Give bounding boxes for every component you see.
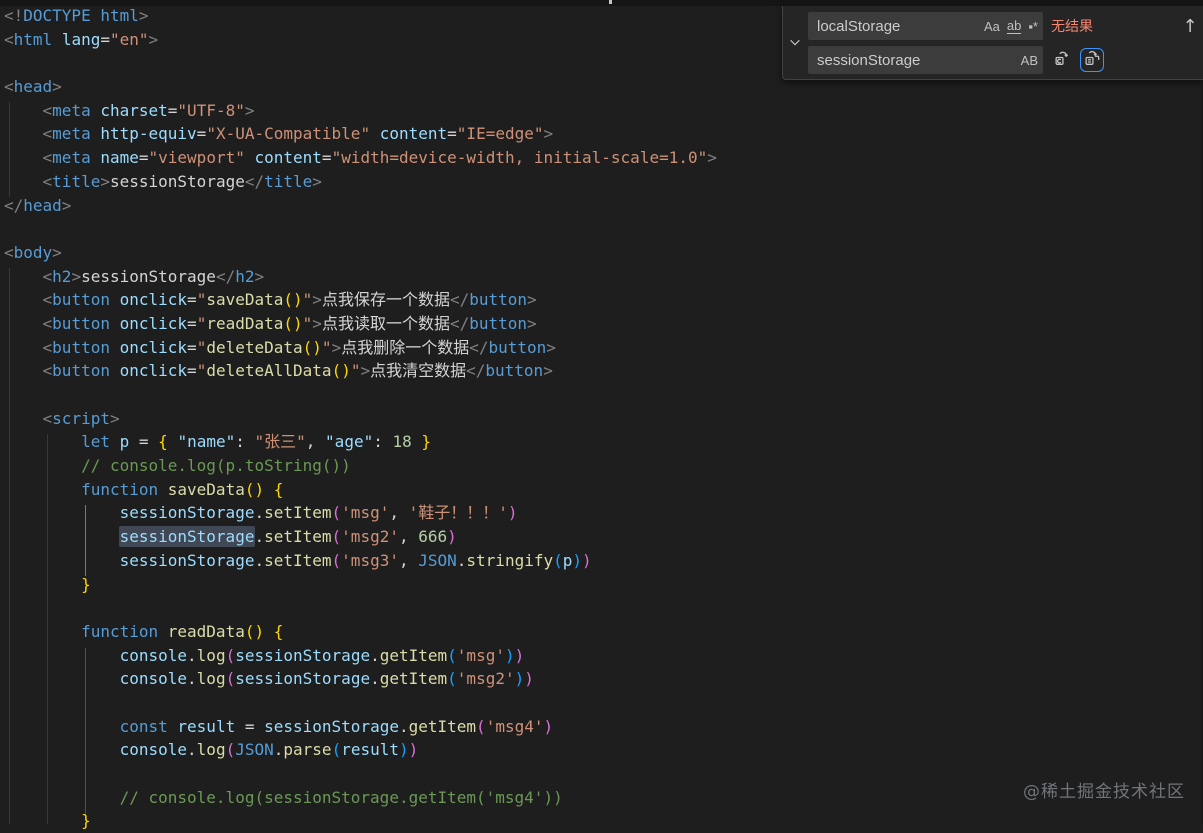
code-line[interactable]: </head> [4, 194, 1203, 218]
watermark: @稀土掘金技术社区 [1023, 782, 1185, 802]
code-line[interactable]: <title>sessionStorage</title> [4, 170, 1203, 194]
code-editor[interactable]: <!DOCTYPE html> <html lang="en"> <head> <m… [4, 4, 1203, 830]
code-line[interactable]: sessionStorage.setItem('msg3', JSON.stri… [4, 549, 1203, 573]
previous-match-button[interactable]: ↑ [1179, 12, 1201, 40]
code-line[interactable]: sessionStorage.setItem('msg2', 666) [4, 525, 1203, 549]
replace-all-icon [1084, 49, 1101, 71]
code-line[interactable]: } [4, 573, 1203, 597]
regex-toggle[interactable]: ▪* [1028, 20, 1038, 33]
code-line[interactable]: <button onclick="readData()">点我读取一个数据</b… [4, 312, 1203, 336]
match-case-toggle[interactable]: Aa [984, 20, 1000, 33]
find-replace-widget: Aa ab ▪* 无结果 ↑ AB [782, 6, 1203, 80]
replace-input[interactable] [808, 46, 1043, 74]
code-line[interactable] [4, 596, 1203, 620]
top-strip-marker [609, 0, 612, 4]
code-line[interactable]: <body> [4, 241, 1203, 265]
code-line[interactable]: sessionStorage.setItem('msg', '鞋子！！！') [4, 501, 1203, 525]
code-line[interactable] [4, 217, 1203, 241]
find-results-label: 无结果 [1051, 18, 1093, 34]
code-line[interactable]: <button onclick="deleteAllData()">点我清空数据… [4, 359, 1203, 383]
chevron-down-icon [788, 35, 802, 54]
code-line[interactable]: console.log(sessionStorage.getItem('msg2… [4, 667, 1203, 691]
code-line[interactable]: <meta http-equiv="X-UA-Compatible" conte… [4, 122, 1203, 146]
replace-all-button[interactable] [1080, 48, 1104, 72]
replace-icon [1054, 49, 1071, 71]
code-line[interactable]: <button onclick="saveData()">点我保存一个数据</b… [4, 288, 1203, 312]
code-line[interactable]: <meta name="viewport" content="width=dev… [4, 146, 1203, 170]
code-line[interactable]: let p = { "name": "张三", "age": 18 } [4, 430, 1203, 454]
toggle-replace-button[interactable] [786, 35, 804, 53]
code-line[interactable]: <script> [4, 407, 1203, 431]
code-line[interactable]: <meta charset="UTF-8"> [4, 99, 1203, 123]
code-line[interactable]: <button onclick="deleteData()">点我删除一个数据<… [4, 336, 1203, 360]
code-line[interactable]: console.log(JSON.parse(result)) [4, 738, 1203, 762]
code-line[interactable]: function saveData() { [4, 478, 1203, 502]
preserve-case-toggle[interactable]: AB [1021, 54, 1038, 67]
code-line[interactable]: function readData() { [4, 620, 1203, 644]
code-line[interactable]: const result = sessionStorage.getItem('m… [4, 715, 1203, 739]
code-line[interactable]: console.log(sessionStorage.getItem('msg'… [4, 644, 1203, 668]
code-line[interactable]: } [4, 809, 1203, 833]
code-line[interactable]: <h2>sessionStorage</h2> [4, 265, 1203, 289]
whole-word-toggle[interactable]: ab [1006, 19, 1022, 34]
replace-button[interactable] [1050, 48, 1074, 72]
code-line[interactable] [4, 691, 1203, 715]
code-line[interactable] [4, 383, 1203, 407]
code-line[interactable]: // console.log(p.toString()) [4, 454, 1203, 478]
